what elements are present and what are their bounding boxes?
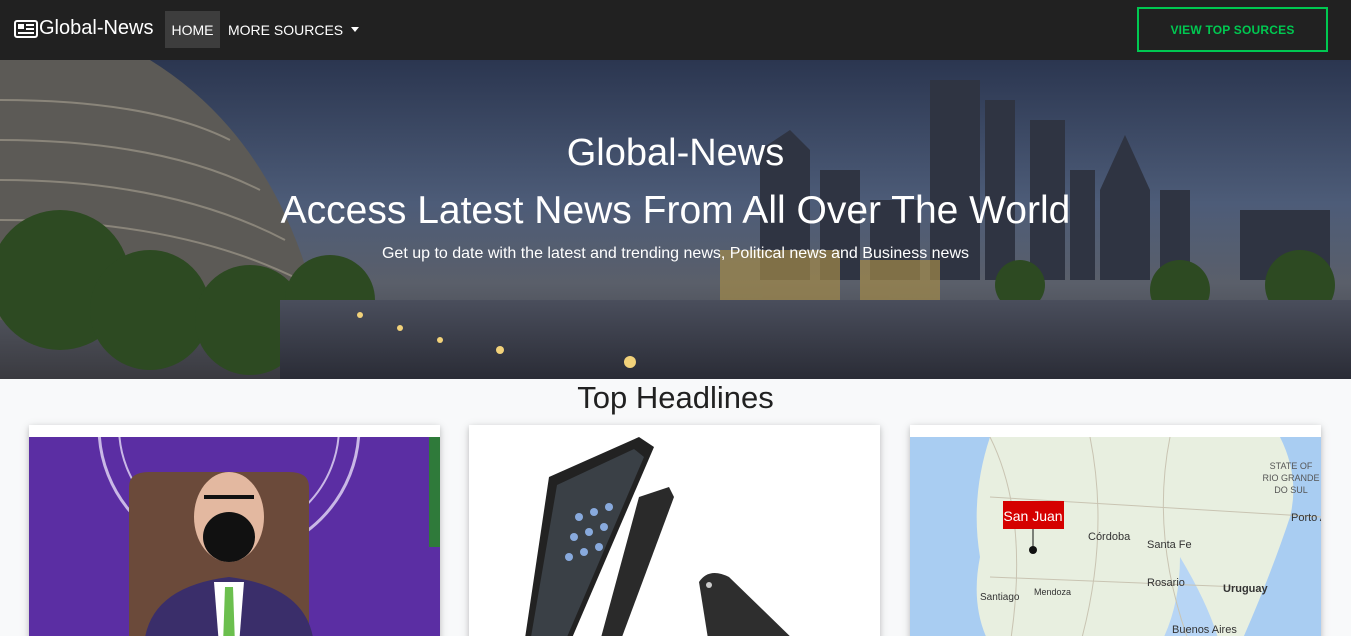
map-label-mendoza: Mendoza: [1034, 587, 1071, 597]
map-label-uruguay: Uruguay: [1223, 583, 1269, 595]
map-label-buenos-aires: Buenos Aires: [1172, 624, 1237, 636]
map-label-rosario: Rosario: [1147, 577, 1185, 589]
map-image: San Juan Córdoba Santa Fe Rosario Mendoz…: [910, 437, 1321, 636]
nav-more-sources-dropdown[interactable]: MORE SOURCES: [228, 11, 360, 48]
headline-card[interactable]: [29, 425, 440, 636]
map-label-rio-grande: RIO GRANDE: [1262, 473, 1319, 483]
chevron-down-icon: [351, 27, 360, 32]
nav-more-sources-label: MORE SOURCES: [228, 21, 344, 38]
brand-text: Global-News: [39, 17, 154, 39]
map-label-cordoba: Córdoba: [1088, 531, 1131, 543]
hero-text: Global-News Access Latest News From All …: [0, 60, 1351, 379]
headline-image: [469, 437, 880, 636]
map-label-santa-fe: Santa Fe: [1147, 539, 1192, 551]
nav-home-link[interactable]: HOME: [165, 11, 220, 48]
hero-subtitle: Access Latest News From All Over The Wor…: [280, 189, 1071, 232]
headline-image: [29, 437, 440, 636]
hero-description: Get up to date with the latest and trend…: [381, 245, 969, 262]
map-label-santiago: Santiago: [980, 592, 1020, 603]
top-headlines-title: Top Headlines: [577, 380, 774, 415]
headline-card[interactable]: San Juan Córdoba Santa Fe Rosario Mendoz…: [910, 425, 1321, 636]
map-label-porto-a: Porto A: [1291, 512, 1321, 524]
map-label-do-sul: DO SUL: [1274, 485, 1308, 495]
newspaper-icon: [14, 19, 38, 38]
headline-card[interactable]: [469, 425, 880, 636]
hero-title: Global-News: [566, 132, 785, 174]
map-label-san-juan: San Juan: [1003, 508, 1062, 524]
map-label-state-of: STATE OF: [1270, 461, 1313, 471]
hero-banner: Global-News Access Latest News From All …: [0, 60, 1351, 379]
view-top-sources-button[interactable]: VIEW TOP SOURCES: [1137, 7, 1328, 52]
top-navbar: Global-News HOME MORE SOURCES VIEW TOP S…: [0, 0, 1351, 60]
brand-link[interactable]: Global-News: [14, 17, 153, 40]
